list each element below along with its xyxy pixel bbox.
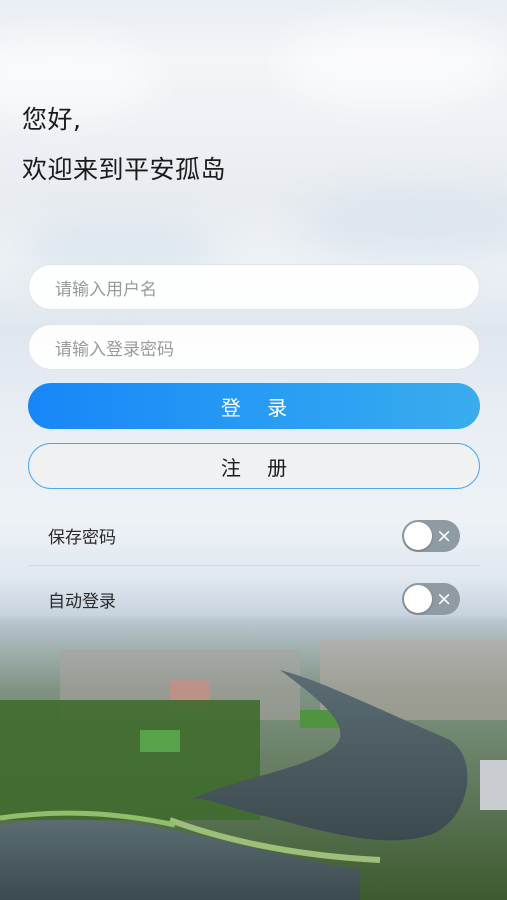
greeting-title: 您好, bbox=[22, 105, 82, 134]
toggle-knob bbox=[404, 521, 432, 550]
toggle-knob bbox=[404, 585, 432, 613]
login-button[interactable]: 登 录 bbox=[28, 383, 480, 429]
login-button-label: 登 录 bbox=[220, 395, 298, 420]
username-input[interactable]: 请输入用户名 bbox=[28, 264, 480, 310]
aerial-landscape-image bbox=[0, 620, 507, 900]
password-placeholder: 请输入登录密码 bbox=[55, 339, 174, 360]
password-input[interactable]: 请输入登录密码 bbox=[28, 324, 480, 370]
register-button-label: 注 册 bbox=[220, 455, 298, 480]
auto-login-row: 自动登录 × bbox=[28, 569, 480, 629]
cloud bbox=[280, 20, 500, 110]
close-x-icon: × bbox=[436, 524, 452, 547]
save-password-label: 保存密码 bbox=[48, 528, 116, 548]
username-placeholder: 请输入用户名 bbox=[55, 279, 157, 300]
save-password-toggle[interactable]: × bbox=[402, 519, 460, 552]
save-password-row: 保存密码 × bbox=[28, 506, 480, 566]
auto-login-label: 自动登录 bbox=[48, 591, 116, 612]
cloud bbox=[300, 190, 507, 260]
welcome-text: 欢迎来到平安孤岛 bbox=[22, 155, 227, 184]
register-button[interactable]: 注 册 bbox=[28, 443, 480, 489]
login-screen: 您好, 欢迎来到平安孤岛 请输入用户名 请输入登录密码 登 录 注 册 保存密码… bbox=[0, 0, 507, 900]
close-x-icon: × bbox=[436, 588, 452, 610]
auto-login-toggle[interactable]: × bbox=[402, 583, 460, 615]
